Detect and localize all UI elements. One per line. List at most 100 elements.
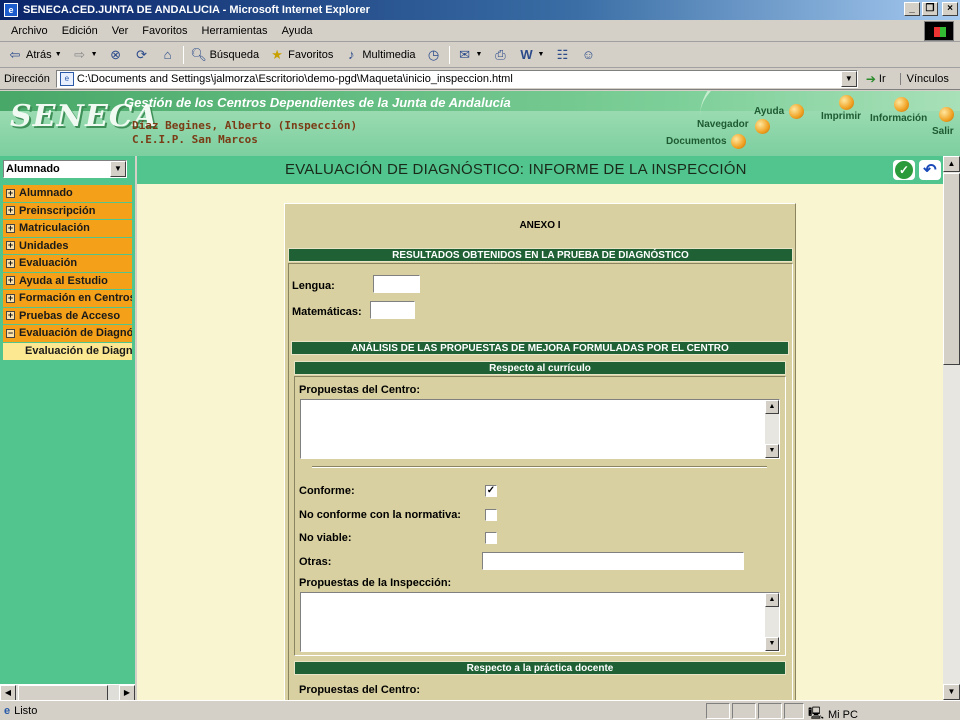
informacion-link[interactable]: Información [870, 113, 927, 124]
documentos-link[interactable]: Documentos [666, 136, 727, 147]
go-button[interactable]: ➔ Ir [866, 72, 886, 86]
sidebar-item-unidades[interactable]: + Unidades [3, 237, 132, 255]
expand-icon[interactable]: + [6, 293, 15, 303]
salir-link[interactable]: Salir [932, 126, 954, 137]
expand-icon[interactable]: + [6, 311, 15, 321]
sidebar-item-ayuda-estudio[interactable]: + Ayuda al Estudio [3, 272, 132, 290]
navegador-link[interactable]: Navegador [697, 119, 749, 130]
curriculo-section-header: Respecto al currículo [294, 361, 786, 375]
sidebar-item-label: Formación en Centros [19, 292, 132, 305]
inspection-form: ANEXO I RESULTADOS OBTENIDOS EN LA PRUEB… [284, 203, 796, 700]
ayuda-ball-icon[interactable] [789, 104, 804, 119]
print-icon: ⎙ [495, 46, 506, 62]
favorites-button[interactable]: ★ Favoritos [266, 47, 336, 63]
back-button[interactable]: ⇦ Atrás ▼ [4, 47, 65, 63]
menu-archivo[interactable]: Archivo [4, 25, 55, 37]
home-button[interactable]: ⌂ [157, 47, 179, 63]
lengua-input[interactable] [373, 275, 420, 293]
expand-icon[interactable]: + [6, 206, 15, 216]
menu-favoritos[interactable]: Favoritos [135, 25, 194, 37]
menu-herramientas[interactable]: Herramientas [195, 25, 275, 37]
address-url: C:\Documents and Settings\jalmorza\Escri… [76, 72, 513, 85]
links-button[interactable]: Vínculos [899, 72, 949, 85]
scroll-up-button[interactable]: ▲ [943, 156, 960, 172]
expand-icon[interactable]: + [6, 188, 15, 198]
sidebar-item-evaluacion[interactable]: + Evaluación [3, 255, 132, 273]
minimize-button[interactable]: _ [904, 2, 920, 16]
otras-input[interactable] [482, 552, 744, 570]
sidebar-item-formacion-centros[interactable]: + Formación en Centros [3, 290, 132, 308]
undo-icon: ↶ [923, 162, 937, 179]
matematicas-input[interactable] [370, 301, 415, 319]
expand-icon[interactable]: + [6, 223, 15, 233]
messenger-button[interactable]: ☺ [577, 47, 599, 63]
accept-button[interactable]: ✓ [893, 160, 915, 180]
sidebar-item-pruebas-acceso[interactable]: + Pruebas de Acceso [3, 307, 132, 325]
conforme-checkbox[interactable]: ✓ [485, 485, 497, 497]
computer-icon: 🖳︎ [808, 706, 825, 720]
sidebar-item-evaluacion-diagnostico[interactable]: −Evaluación de Diagnóstico [3, 325, 132, 343]
menu-ayuda[interactable]: Ayuda [275, 25, 320, 37]
imprimir-ball-icon[interactable] [839, 95, 854, 110]
annex-title: ANEXO I [519, 220, 561, 231]
search-button[interactable]: 🔍︎ Búsqueda [188, 47, 263, 63]
salir-ball-icon[interactable] [939, 107, 954, 122]
media-button[interactable]: ♪ Multimedia [340, 47, 418, 63]
scroll-down-button[interactable]: ▼ [765, 637, 779, 651]
scroll-thumb[interactable] [18, 685, 108, 701]
sidebar-subitem-evaluacion-diagnostico[interactable]: Evaluación de Diagnóstico [3, 342, 132, 360]
mail-icon: ✉ [459, 46, 470, 62]
informacion-ball-icon[interactable] [894, 97, 909, 112]
main-vertical-scrollbar[interactable]: ▲ ▼ [943, 156, 960, 700]
propuestas-inspeccion-textarea[interactable]: ▲ ▼ [300, 592, 780, 652]
imprimir-link[interactable]: Imprimir [821, 111, 861, 122]
menu-edicion[interactable]: Edición [55, 25, 105, 37]
mail-button[interactable]: ✉ ▼ [454, 47, 486, 63]
ayuda-link[interactable]: Ayuda [754, 106, 784, 117]
maximize-button[interactable]: ❐ [922, 2, 938, 16]
scroll-right-button[interactable]: ▶ [119, 685, 135, 701]
edit-button[interactable]: W ▼ [515, 47, 547, 63]
textarea-scrollbar[interactable]: ▲ ▼ [765, 400, 779, 458]
close-button[interactable]: × [942, 2, 958, 16]
address-input[interactable]: e C:\Documents and Settings\jalmorza\Esc… [55, 69, 858, 88]
expand-icon[interactable]: + [6, 258, 15, 268]
menu-ver[interactable]: Ver [105, 25, 136, 37]
sidebar-horizontal-scrollbar[interactable]: ◀ ▶ [0, 684, 135, 701]
propuestas-centro-textarea[interactable]: ▲ ▼ [300, 399, 780, 459]
expand-icon[interactable]: + [6, 276, 15, 286]
scroll-down-button[interactable]: ▼ [943, 684, 960, 700]
address-dropdown-button[interactable]: ▼ [840, 70, 857, 87]
no-viable-checkbox[interactable] [485, 532, 497, 544]
profile-select-value: Alumnado [6, 163, 60, 175]
toolbar-separator [182, 45, 184, 64]
scroll-thumb[interactable] [943, 173, 960, 365]
sidebar-item-matriculacion[interactable]: + Matriculación [3, 220, 132, 238]
no-conforme-checkbox[interactable] [485, 509, 497, 521]
chevron-down-icon[interactable]: ▼ [110, 161, 126, 177]
print-button[interactable]: ⎙ [489, 47, 511, 63]
collapse-icon[interactable]: − [6, 328, 15, 338]
sidebar-item-alumnado[interactable]: + Alumnado [3, 185, 132, 203]
stop-button[interactable]: ⊗ [105, 47, 127, 63]
discuss-button[interactable]: ☷ [551, 47, 573, 63]
sidebar-item-preinscripcion[interactable]: + Preinscripción [3, 202, 132, 220]
expand-icon[interactable]: + [6, 241, 15, 251]
refresh-button[interactable]: ⟳ [131, 47, 153, 63]
sidebar-item-label: Ayuda al Estudio [19, 274, 108, 287]
discuss-icon: ☷ [556, 46, 569, 62]
scroll-up-button[interactable]: ▲ [765, 593, 779, 607]
undo-button[interactable]: ↶ [919, 160, 941, 180]
navegador-ball-icon[interactable] [755, 119, 770, 134]
textarea-scrollbar[interactable]: ▲ ▼ [765, 593, 779, 651]
scroll-left-button[interactable]: ◀ [0, 685, 16, 701]
refresh-icon: ⟳ [136, 46, 148, 62]
documentos-ball-icon[interactable] [731, 134, 746, 149]
scroll-down-button[interactable]: ▼ [765, 444, 779, 458]
status-pane [706, 703, 730, 719]
profile-select[interactable]: Alumnado ▼ [3, 160, 127, 178]
scroll-up-button[interactable]: ▲ [765, 400, 779, 414]
sidebar-item-label: Evaluación [19, 257, 78, 270]
history-button[interactable]: ◷ [423, 47, 445, 63]
forward-button[interactable]: ⇨ ▼ [69, 47, 101, 63]
